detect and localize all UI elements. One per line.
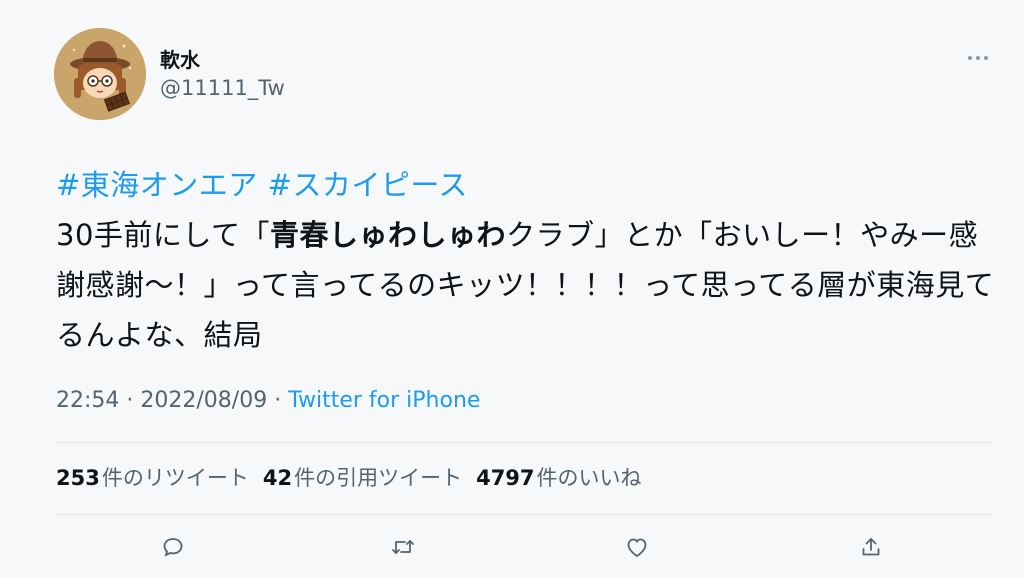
tweet-text-part: 30手前にして「	[56, 218, 271, 252]
tweet-source-link[interactable]: Twitter for iPhone	[288, 388, 480, 413]
likes-stat[interactable]: 4797件のいいね	[476, 462, 641, 492]
display-name[interactable]: 軟水	[160, 44, 200, 73]
share-icon[interactable]	[856, 532, 886, 562]
divider	[56, 514, 992, 515]
more-horizontal-icon[interactable]	[964, 44, 992, 72]
tweet-time[interactable]: 22:54	[56, 388, 119, 413]
meta-separator: ·	[267, 388, 289, 413]
retweets-count: 253	[56, 466, 100, 490]
tweet-stats: 253件のリツイート 42件の引用ツイート 4797件のいいね	[56, 462, 642, 492]
heart-icon[interactable]	[622, 532, 652, 562]
likes-label: 件のいいね	[536, 466, 642, 490]
likes-count: 4797	[476, 466, 535, 490]
hashtag-link[interactable]: #東海オンエア	[56, 168, 258, 202]
retweets-label: 件のリツイート	[101, 466, 249, 490]
user-handle[interactable]: @11111_Tw	[160, 76, 285, 100]
meta-separator: ·	[119, 388, 141, 413]
reply-icon[interactable]	[158, 532, 188, 562]
retweets-stat[interactable]: 253件のリツイート	[56, 462, 249, 492]
tweet-date[interactable]: 2022/08/09	[140, 388, 267, 413]
tweet-meta: 22:54 · 2022/08/09 · Twitter for iPhone	[56, 388, 480, 413]
quotes-label: 件の引用ツイート	[294, 466, 463, 490]
divider	[56, 442, 992, 443]
tweet-text-bold: 青春しゅわしゅわ	[270, 218, 507, 252]
quotes-stat[interactable]: 42件の引用ツイート	[263, 462, 462, 492]
avatar-illustration	[54, 28, 146, 120]
quotes-count: 42	[262, 466, 293, 490]
hashtag-link[interactable]: #スカイピース	[268, 168, 468, 202]
retweet-icon[interactable]	[388, 532, 418, 562]
tweet-card: 軟水 @11111_Tw #東海オンエア #スカイピース 30手前にして「青春し…	[0, 0, 1024, 577]
tweet-text: #東海オンエア #スカイピース 30手前にして「青春しゅわしゅわクラブ」とか「お…	[56, 160, 996, 360]
avatar[interactable]	[54, 28, 146, 120]
